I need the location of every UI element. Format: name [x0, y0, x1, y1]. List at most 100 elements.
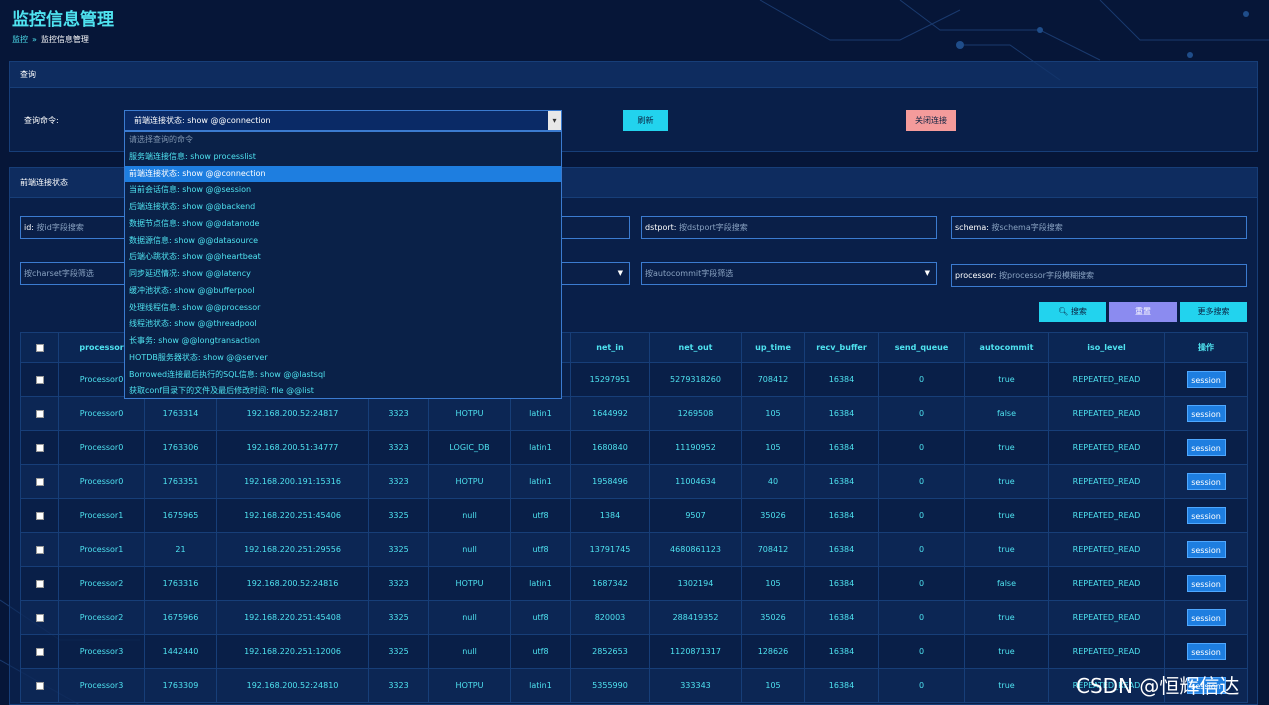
select-all-checkbox[interactable]: [35, 343, 44, 352]
table-cell: 16384: [804, 634, 879, 669]
refresh-button[interactable]: 刷新: [623, 110, 668, 131]
autocommit-filter-select[interactable]: 按autocommit字段筛选 ▼: [641, 262, 937, 285]
dropdown-option[interactable]: 后端连接状态: show @@backend: [125, 199, 561, 216]
table-cell: 16384: [804, 396, 879, 431]
row-checkbox[interactable]: [35, 613, 44, 622]
row-checkbox[interactable]: [35, 545, 44, 554]
row-checkbox-cell[interactable]: [20, 634, 59, 669]
dropdown-option[interactable]: 数据源信息: show @@datasource: [125, 233, 561, 250]
table-cell: latin1: [510, 668, 571, 703]
chevron-down-icon[interactable]: ▾: [548, 111, 561, 130]
column-header[interactable]: net_in: [570, 332, 650, 363]
column-header[interactable]: iso_level: [1048, 332, 1165, 363]
dropdown-option[interactable]: Borrowed连接最后执行的SQL信息: show @@lastsql: [125, 367, 561, 384]
table-cell: 1763316: [144, 566, 217, 601]
table-cell: Processor1: [58, 532, 145, 567]
processor-search-input[interactable]: processor: 按processor字段模糊搜索: [951, 264, 1247, 287]
session-button[interactable]: session: [1186, 609, 1226, 626]
dropdown-option[interactable]: 服务端连接信息: show processlist: [125, 149, 561, 166]
dropdown-option[interactable]: 处理线程信息: show @@processor: [125, 300, 561, 317]
row-checkbox[interactable]: [35, 579, 44, 588]
row-checkbox-cell[interactable]: [20, 498, 59, 533]
table-cell: Processor3: [58, 634, 145, 669]
column-header[interactable]: send_queue: [878, 332, 965, 363]
table-cell: 3323: [368, 396, 429, 431]
row-checkbox[interactable]: [35, 375, 44, 384]
table-cell: 0: [878, 498, 965, 533]
hidden-filter-select[interactable]: ▼: [560, 262, 630, 285]
row-checkbox-cell[interactable]: [20, 532, 59, 567]
actions-cell: session: [1164, 566, 1248, 601]
row-checkbox[interactable]: [35, 681, 44, 690]
charset-filter-select[interactable]: 按charset字段筛选: [20, 262, 130, 285]
table-body: Processor0 15297951 5279318260 708412 16384 0…: [20, 362, 1248, 703]
table-cell: 2852653: [570, 634, 650, 669]
session-button[interactable]: session: [1186, 575, 1226, 592]
column-header[interactable]: up_time: [741, 332, 805, 363]
table-cell: 1302194: [649, 566, 742, 601]
table-cell: 0: [878, 532, 965, 567]
table-cell: 13791745: [570, 532, 650, 567]
dropdown-option[interactable]: 获取conf目录下的文件及最后修改时间: file @@list: [125, 383, 561, 400]
table-cell: 192.168.200.51:34777: [216, 430, 369, 465]
dropdown-option[interactable]: 数据节点信息: show @@datanode: [125, 216, 561, 233]
row-checkbox-cell[interactable]: [20, 600, 59, 635]
dropdown-option[interactable]: 后端心跳状态: show @@heartbeat: [125, 249, 561, 266]
dropdown-option[interactable]: 线程池状态: show @@threadpool: [125, 316, 561, 333]
session-button[interactable]: session: [1186, 405, 1226, 422]
table-cell: 708412: [741, 532, 805, 567]
row-checkbox-cell[interactable]: [20, 396, 59, 431]
row-checkbox[interactable]: [35, 443, 44, 452]
row-checkbox[interactable]: [35, 511, 44, 520]
dstport-search-input[interactable]: dstport: 按dstport字段搜索: [641, 216, 937, 239]
query-command-select[interactable]: 前端连接状态: show @@connection ▾: [124, 110, 562, 131]
row-checkbox-cell[interactable]: [20, 464, 59, 499]
column-header[interactable]: net_out: [649, 332, 742, 363]
dropdown-option[interactable]: 当前会话信息: show @@session: [125, 182, 561, 199]
session-button[interactable]: session: [1186, 371, 1226, 388]
dropdown-option[interactable]: 长事务: show @@longtransaction: [125, 333, 561, 350]
schema-search-input[interactable]: schema: 按schema字段搜索: [951, 216, 1247, 239]
table-cell: Processor2: [58, 566, 145, 601]
table-cell: 3325: [368, 600, 429, 635]
session-button[interactable]: session: [1186, 643, 1226, 660]
row-checkbox-cell[interactable]: [20, 566, 59, 601]
dstport-label: dstport:: [645, 223, 677, 232]
row-checkbox-cell[interactable]: [20, 668, 59, 703]
table-cell: utf8: [510, 498, 571, 533]
id-search-input[interactable]: id: 按id字段搜索: [20, 216, 140, 239]
column-header[interactable]: recv_buffer: [804, 332, 879, 363]
session-button[interactable]: session: [1186, 473, 1226, 490]
column-header[interactable]: autocommit: [964, 332, 1049, 363]
table-cell: Processor0: [58, 430, 145, 465]
table-cell: 35026: [741, 600, 805, 635]
breadcrumb-link-monitor[interactable]: 监控: [12, 35, 28, 44]
row-checkbox[interactable]: [35, 409, 44, 418]
session-button[interactable]: session: [1186, 507, 1226, 524]
table-cell: 105: [741, 396, 805, 431]
row-checkbox[interactable]: [35, 477, 44, 486]
dropdown-option[interactable]: 同步延迟情况: show @@latency: [125, 266, 561, 283]
dropdown-option-selected[interactable]: 前端连接状态: show @@connection: [125, 165, 561, 183]
processor-label: processor:: [955, 271, 997, 280]
table-cell: 3325: [368, 634, 429, 669]
breadcrumb: 监控 » 监控信息管理: [12, 34, 89, 45]
row-checkbox-cell[interactable]: [20, 430, 59, 465]
close-connection-button[interactable]: 关闭连接: [906, 110, 956, 131]
search-button[interactable]: 🔍︎ 搜索: [1039, 302, 1106, 322]
reset-button[interactable]: 重置: [1109, 302, 1177, 322]
session-button[interactable]: session: [1186, 439, 1226, 456]
dropdown-option[interactable]: 缓冲池状态: show @@bufferpool: [125, 283, 561, 300]
row-checkbox[interactable]: [35, 647, 44, 656]
table-cell: latin1: [510, 430, 571, 465]
dropdown-option-placeholder[interactable]: 请选择查询的命令: [125, 132, 561, 149]
search-icon: 🔍︎: [1058, 307, 1069, 316]
row-checkbox-cell[interactable]: [20, 362, 59, 397]
more-search-button[interactable]: 更多搜索: [1180, 302, 1247, 322]
table-cell: false: [964, 396, 1049, 431]
dropdown-option[interactable]: HOTDB服务器状态: show @@server: [125, 350, 561, 367]
select-all-checkbox-cell[interactable]: [20, 332, 59, 363]
session-button[interactable]: session: [1186, 541, 1226, 558]
hidden-search-input[interactable]: [560, 216, 630, 239]
actions-cell: session: [1164, 498, 1248, 533]
